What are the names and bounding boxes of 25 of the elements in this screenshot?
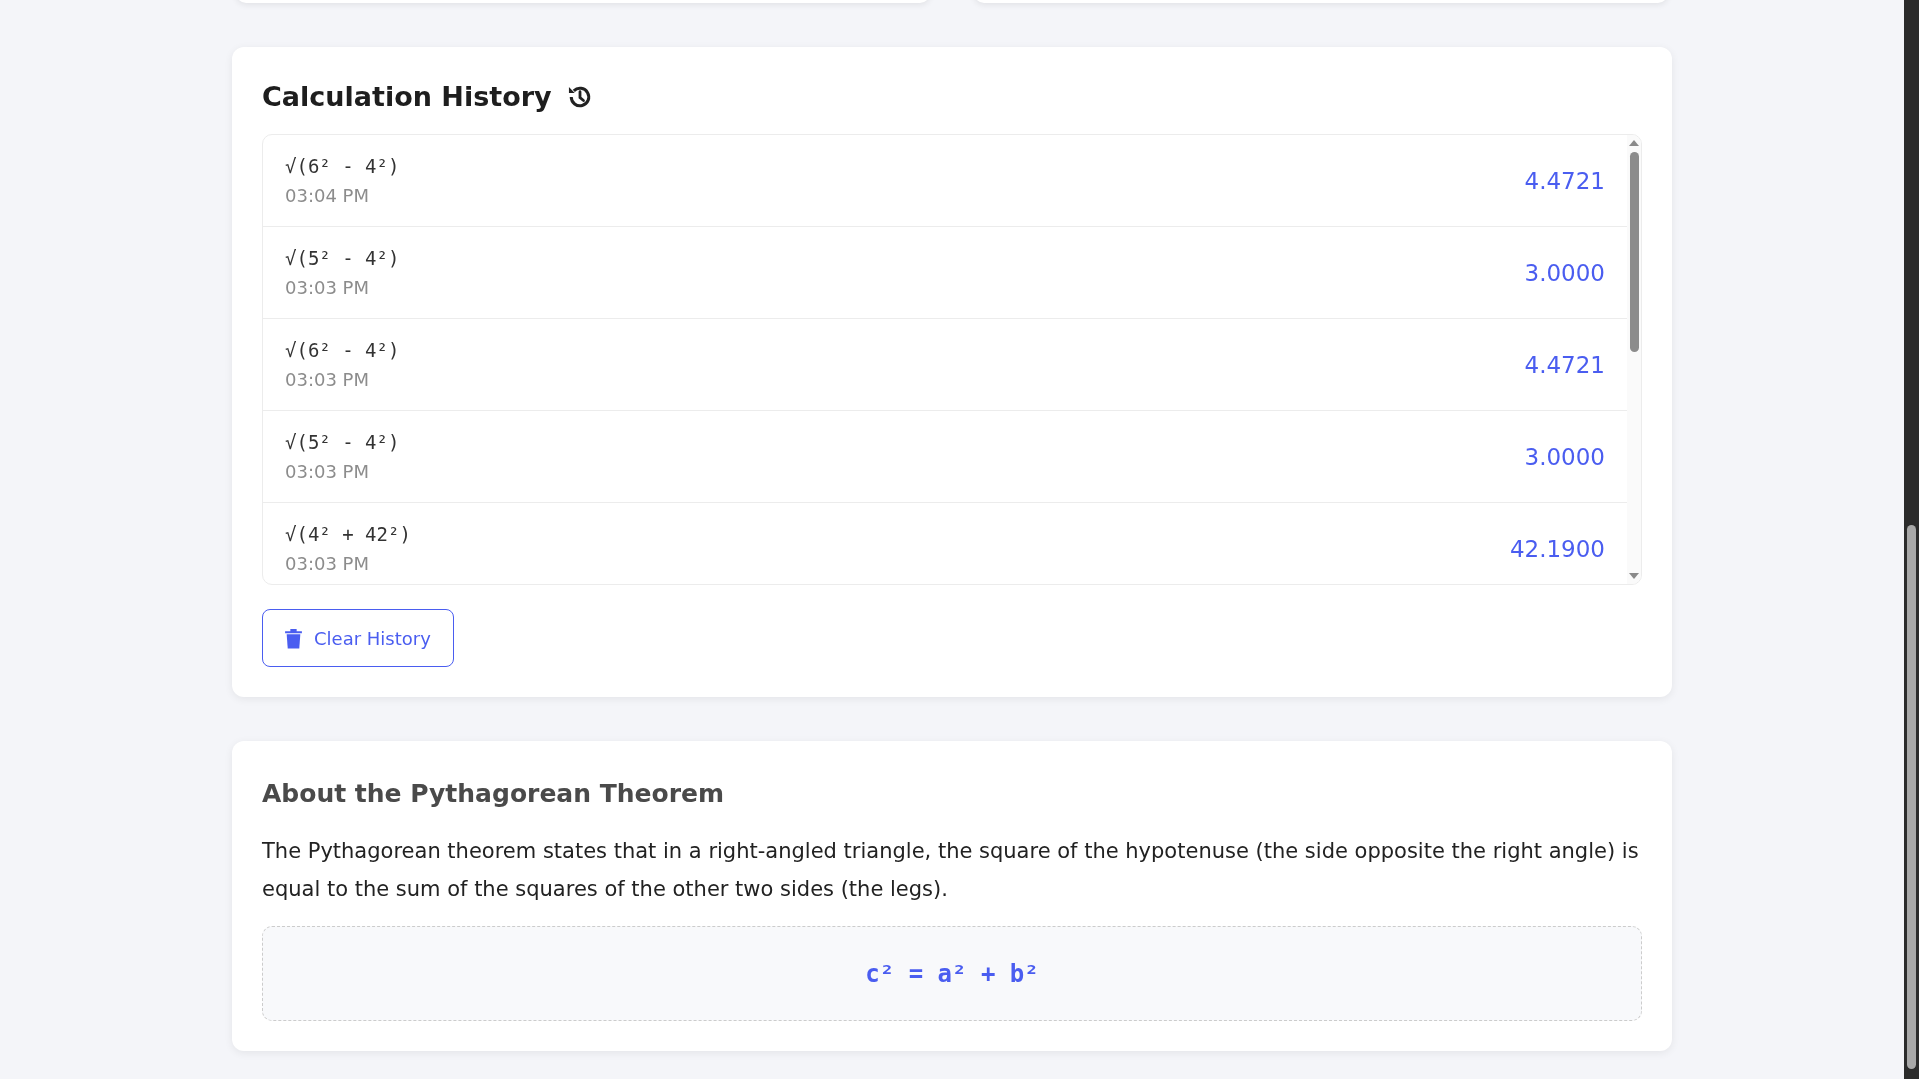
timestamp-text: 03:03 PM — [285, 461, 370, 482]
expression-text: √(6² - 4²) — [285, 339, 400, 361]
scroll-down-arrow-icon[interactable] — [1629, 573, 1639, 579]
page-scrollbar[interactable] — [1904, 0, 1919, 1079]
description-paragraph: The Pythagorean theorem states that in a right-angled triangle, the square of the hypotenuse (the side opposite the right angle) is equal to the sum of the squares of the other two sides (the legs). — [262, 838, 1640, 903]
section-title: Calculation History — [262, 81, 552, 112]
expression-text: √(5² - 4²) — [285, 247, 400, 269]
timestamp-text: 03:04 PM — [285, 185, 370, 206]
trash-icon — [285, 627, 302, 649]
timestamp-text: 03:03 PM — [285, 369, 370, 390]
expression-text: √(5² - 4²) — [285, 431, 400, 453]
result-value: 42.1900 — [1509, 535, 1605, 562]
result-value: 3.0000 — [1524, 259, 1605, 286]
expression-text: √(4² + 42²) — [285, 523, 411, 545]
section-title: About the Pythagorean Theorem — [262, 779, 726, 808]
result-value: 4.4721 — [1524, 351, 1605, 378]
timestamp-text: 03:03 PM — [285, 553, 370, 574]
scroll-up-arrow-icon[interactable] — [1629, 140, 1639, 146]
result-value: 4.4721 — [1524, 167, 1605, 194]
scrollbar[interactable] — [1627, 135, 1641, 584]
formula-text: c² = a² + b² — [865, 959, 1039, 988]
expression-text: √(6² - 4²) — [285, 155, 400, 177]
clear-history-button[interactable]: Clear History — [262, 609, 454, 667]
result-value: 3.0000 — [1524, 443, 1605, 470]
timestamp-text: 03:03 PM — [285, 277, 370, 298]
